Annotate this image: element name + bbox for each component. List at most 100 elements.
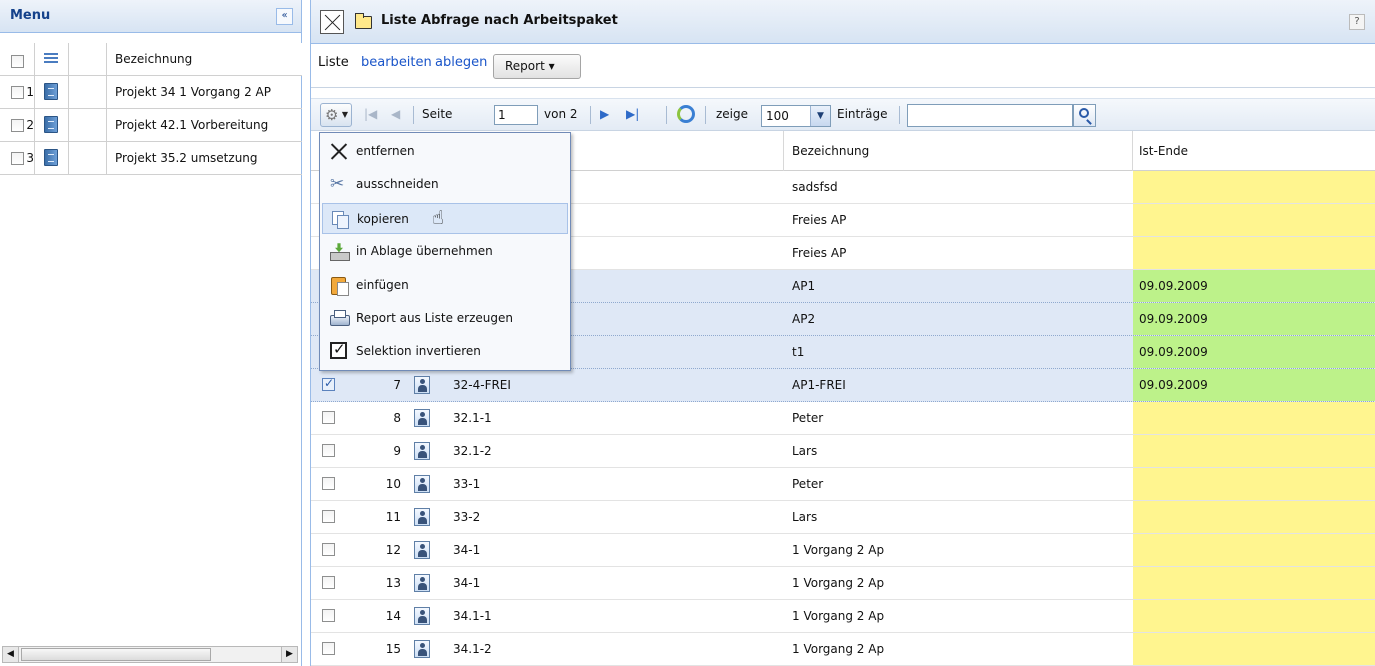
actions-menu-button[interactable]: ⚙ ▼ — [320, 103, 352, 127]
tray-icon — [330, 242, 350, 262]
row-checkbox[interactable] — [322, 376, 335, 391]
row-checkbox[interactable] — [322, 477, 335, 490]
row-ist-ende-cell — [1133, 534, 1375, 566]
table-row[interactable]: 15 34.1-2 1 Vorgang 2 Ap — [311, 633, 1375, 666]
context-menu-item[interactable]: ✂ ausschneiden — [322, 169, 568, 200]
row-checkbox[interactable] — [322, 444, 335, 457]
menu-tree-row[interactable]: 2 Projekt 42.1 Vorbereitung — [0, 109, 302, 142]
store-link[interactable]: ablegen — [435, 55, 487, 70]
search-button[interactable] — [1073, 104, 1096, 127]
table-row[interactable]: 7 32-4-FREI AP1-FREI 09.09.2009 — [311, 369, 1375, 402]
collapse-panel-button[interactable]: « — [276, 8, 293, 25]
work-package-icon — [414, 442, 430, 460]
main-panel-header: Liste Abfrage nach Arbeitspaket ? — [311, 0, 1375, 44]
menu-item-label[interactable]: Projekt 42.1 Vorbereitung — [115, 118, 268, 132]
search-input[interactable] — [907, 104, 1073, 127]
close-panel-button[interactable] — [320, 10, 344, 34]
entries-value: 100 — [766, 109, 789, 123]
show-label: zeige — [716, 107, 749, 121]
context-menu-item[interactable]: entfernen — [322, 136, 568, 167]
work-package-icon — [414, 640, 430, 658]
row-checkbox[interactable] — [322, 576, 335, 589]
row-ist-ende-cell — [1133, 237, 1375, 269]
work-package-icon — [414, 574, 430, 592]
row-checkbox[interactable] — [322, 642, 335, 655]
table-row[interactable]: 8 32.1-1 Peter — [311, 402, 1375, 435]
row-number: 2 — [26, 118, 34, 132]
context-menu-item[interactable]: in Ablage übernehmen — [322, 236, 568, 267]
scroll-right-arrow-icon[interactable]: ▶ — [281, 647, 297, 662]
work-package-icon — [414, 409, 430, 427]
row-checkbox[interactable] — [322, 411, 335, 424]
refresh-icon[interactable] — [677, 105, 695, 123]
context-menu-label: kopieren — [357, 211, 409, 226]
menu-tree-row[interactable]: 1 Projekt 34 1 Vorgang 2 AP — [0, 76, 302, 109]
search-icon — [1079, 108, 1089, 118]
row-number: 10 — [385, 477, 401, 491]
context-menu-item[interactable]: Selektion invertieren — [322, 336, 568, 367]
table-row[interactable]: 14 34.1-1 1 Vorgang 2 Ap — [311, 600, 1375, 633]
table-row[interactable]: 10 33-1 Peter — [311, 468, 1375, 501]
row-ist-ende-cell — [1133, 204, 1375, 236]
table-row[interactable]: 11 33-2 Lars — [311, 501, 1375, 534]
row-checkbox[interactable] — [322, 510, 335, 523]
chevron-down-icon[interactable]: ▼ — [810, 106, 830, 126]
edit-link[interactable]: bearbeiten — [361, 55, 432, 70]
help-button[interactable]: ? — [1349, 14, 1365, 30]
menu-item-label[interactable]: Projekt 34 1 Vorgang 2 AP — [115, 85, 271, 99]
table-row[interactable]: 13 34-1 1 Vorgang 2 Ap — [311, 567, 1375, 600]
print-icon — [330, 309, 350, 327]
table-row[interactable]: 9 32.1-2 Lars — [311, 435, 1375, 468]
row-bezeichnung: AP2 — [792, 312, 816, 326]
row-ist-ende-cell: 09.09.2009 — [1133, 303, 1375, 335]
row-number: 12 — [385, 543, 401, 557]
column-header-bezeichnung[interactable]: Bezeichnung — [792, 144, 869, 158]
context-menu-label: Selektion invertieren — [356, 344, 481, 359]
copy-icon — [331, 210, 349, 229]
context-menu-item[interactable]: einfügen — [322, 270, 568, 301]
page-number-input[interactable]: 1 — [494, 105, 538, 125]
select-all-checkbox[interactable] — [11, 55, 24, 68]
work-package-icon — [414, 541, 430, 559]
row-number: 15 — [385, 642, 401, 656]
work-package-icon — [414, 376, 430, 394]
row-code: 33-2 — [453, 510, 481, 524]
column-header-ist-ende[interactable]: Ist-Ende — [1139, 144, 1188, 158]
report-button[interactable]: Report ▾ — [493, 54, 581, 79]
row-code: 32.1-1 — [453, 411, 492, 425]
horizontal-scrollbar[interactable]: ◀ ▶ — [2, 646, 298, 663]
row-ist-ende-cell — [1133, 171, 1375, 203]
scroll-thumb[interactable] — [21, 648, 211, 661]
context-menu-item[interactable]: Report aus Liste erzeugen — [322, 303, 568, 334]
menu-column-header: Bezeichnung — [115, 52, 193, 66]
context-menu-label: ausschneiden — [356, 177, 439, 192]
row-ist-ende: 09.09.2009 — [1139, 378, 1208, 392]
row-code: 34.1-1 — [453, 609, 492, 623]
liste-label: Liste — [318, 55, 349, 70]
row-checkbox[interactable] — [322, 543, 335, 556]
row-code: 32-4-FREI — [453, 378, 511, 392]
row-number: 7 — [393, 378, 401, 392]
entries-per-page-select[interactable]: 100 ▼ — [761, 105, 831, 127]
row-ist-ende-cell: 09.09.2009 — [1133, 336, 1375, 368]
next-page-icon[interactable]: ▶ — [600, 107, 609, 121]
row-bezeichnung: 1 Vorgang 2 Ap — [792, 576, 885, 590]
menu-panel-header: Menu « — [0, 0, 301, 33]
last-page-icon[interactable]: ▶| — [626, 107, 639, 121]
page-title: Liste Abfrage nach Arbeitspaket — [381, 13, 618, 28]
table-row[interactable]: 12 34-1 1 Vorgang 2 Ap — [311, 534, 1375, 567]
row-ist-ende-cell — [1133, 402, 1375, 434]
previous-page-icon[interactable]: ◀ — [391, 107, 400, 121]
row-ist-ende-cell — [1133, 501, 1375, 533]
menu-item-label[interactable]: Projekt 35.2 umsetzung — [115, 151, 258, 165]
book-icon — [44, 83, 58, 100]
scissors-icon: ✂ — [330, 174, 345, 195]
menu-tree-row[interactable]: 3 Projekt 35.2 umsetzung — [0, 142, 302, 175]
context-menu-item[interactable]: kopieren — [322, 202, 568, 234]
first-page-icon[interactable]: |◀ — [364, 107, 377, 121]
scroll-left-arrow-icon[interactable]: ◀ — [3, 647, 19, 662]
row-ist-ende-cell: 09.09.2009 — [1133, 369, 1375, 401]
row-bezeichnung: AP1 — [792, 279, 816, 293]
row-checkbox[interactable] — [322, 609, 335, 622]
row-ist-ende-cell — [1133, 567, 1375, 599]
